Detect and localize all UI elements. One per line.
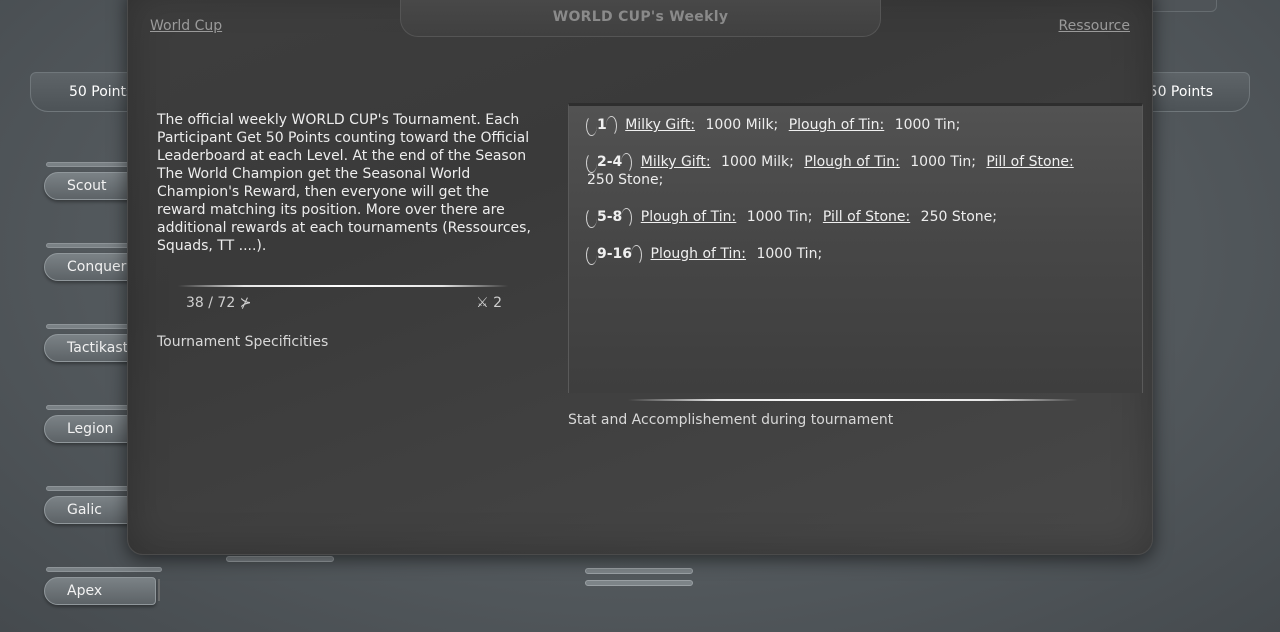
modal-title: WORLD CUP's Weekly [552,9,729,25]
rank-badge: 1 [586,116,617,136]
fights-count: ⚔ 2 [476,295,502,311]
bottom-pill [585,568,693,574]
specificities-label: Tournament Specificities [157,334,329,350]
participants-count: 38 / 72 ⊁ [186,295,252,311]
rank-badge: 5-8 [585,208,633,228]
side-button-label: Tactikast [67,340,129,356]
reward-row-1: 1 Milky Gift: 1000 Milk; Plough of Tin: … [586,116,1107,136]
points-left-label: 50 Points [69,84,134,100]
side-divider [46,567,162,572]
reward-item-link[interactable]: Plough of Tin: [651,246,747,262]
bottom-pill [585,580,693,586]
tournament-modal: WORLD CUP's Weekly World Cup Ressource T… [127,0,1153,555]
reward-item-value: 1000 Tin; [894,117,961,133]
reward-item-value: 1000 Milk; [721,154,794,170]
rank-badge: 2-4 [585,153,633,173]
rewards-divider [628,399,1078,401]
reward-item-link[interactable]: Plough of Tin: [641,209,737,225]
reward-item-value: 1000 Milk; [705,117,779,133]
reward-item-link[interactable]: Milky Gift: [641,154,711,170]
reward-item-link[interactable]: Pill of Stone: [986,154,1073,170]
side-button-label: Scout [67,178,107,194]
tournament-description: The official weekly WORLD CUP's Tourname… [157,112,531,254]
reward-row-5-8: 5-8 Plough of Tin: 1000 Tin; Pill of Sto… [585,208,1107,228]
reward-item-link[interactable]: Plough of Tin: [789,117,885,133]
side-button-label: Conquer [67,259,127,275]
stats-label: Stat and Accomplishement during tourname… [568,412,894,428]
ressource-link[interactable]: Ressource [1059,18,1131,34]
reward-item-value: 1000 Tin; [910,154,976,170]
reward-item-link[interactable]: Milky Gift: [625,117,695,133]
reward-item-value: 1000 Tin; [756,246,823,262]
rank-badge: 9-16 [585,245,643,265]
reward-item-value: 250 Stone; [920,209,997,225]
reward-item-link[interactable]: Plough of Tin: [804,154,900,170]
description-divider [178,285,508,287]
side-tick [158,579,160,601]
bottom-pill [226,556,334,562]
reward-item-value: 1000 Tin; [746,209,813,225]
side-button-label: Galic [67,502,102,518]
reward-item-link[interactable]: Pill of Stone: [823,209,910,225]
modal-title-tab: WORLD CUP's Weekly [400,0,881,37]
reward-row-9-16: 9-16 Plough of Tin: 1000 Tin; [585,245,1107,265]
side-button-label: Legion [67,421,114,437]
reward-row-2-4: 2-4 Milky Gift: 1000 Milk; Plough of Tin… [585,153,1107,189]
points-right-label: 50 Points [1148,84,1213,100]
rewards-panel: 1 Milky Gift: 1000 Milk; Plough of Tin: … [568,103,1143,393]
world-cup-link[interactable]: World Cup [150,18,222,34]
side-button-label: Apex [67,583,103,599]
tournament-stats: 38 / 72 ⊁ ⚔ 2 [186,295,502,311]
reward-item-value: 250 Stone; [587,172,664,188]
side-button-apex[interactable]: Apex [44,577,156,605]
